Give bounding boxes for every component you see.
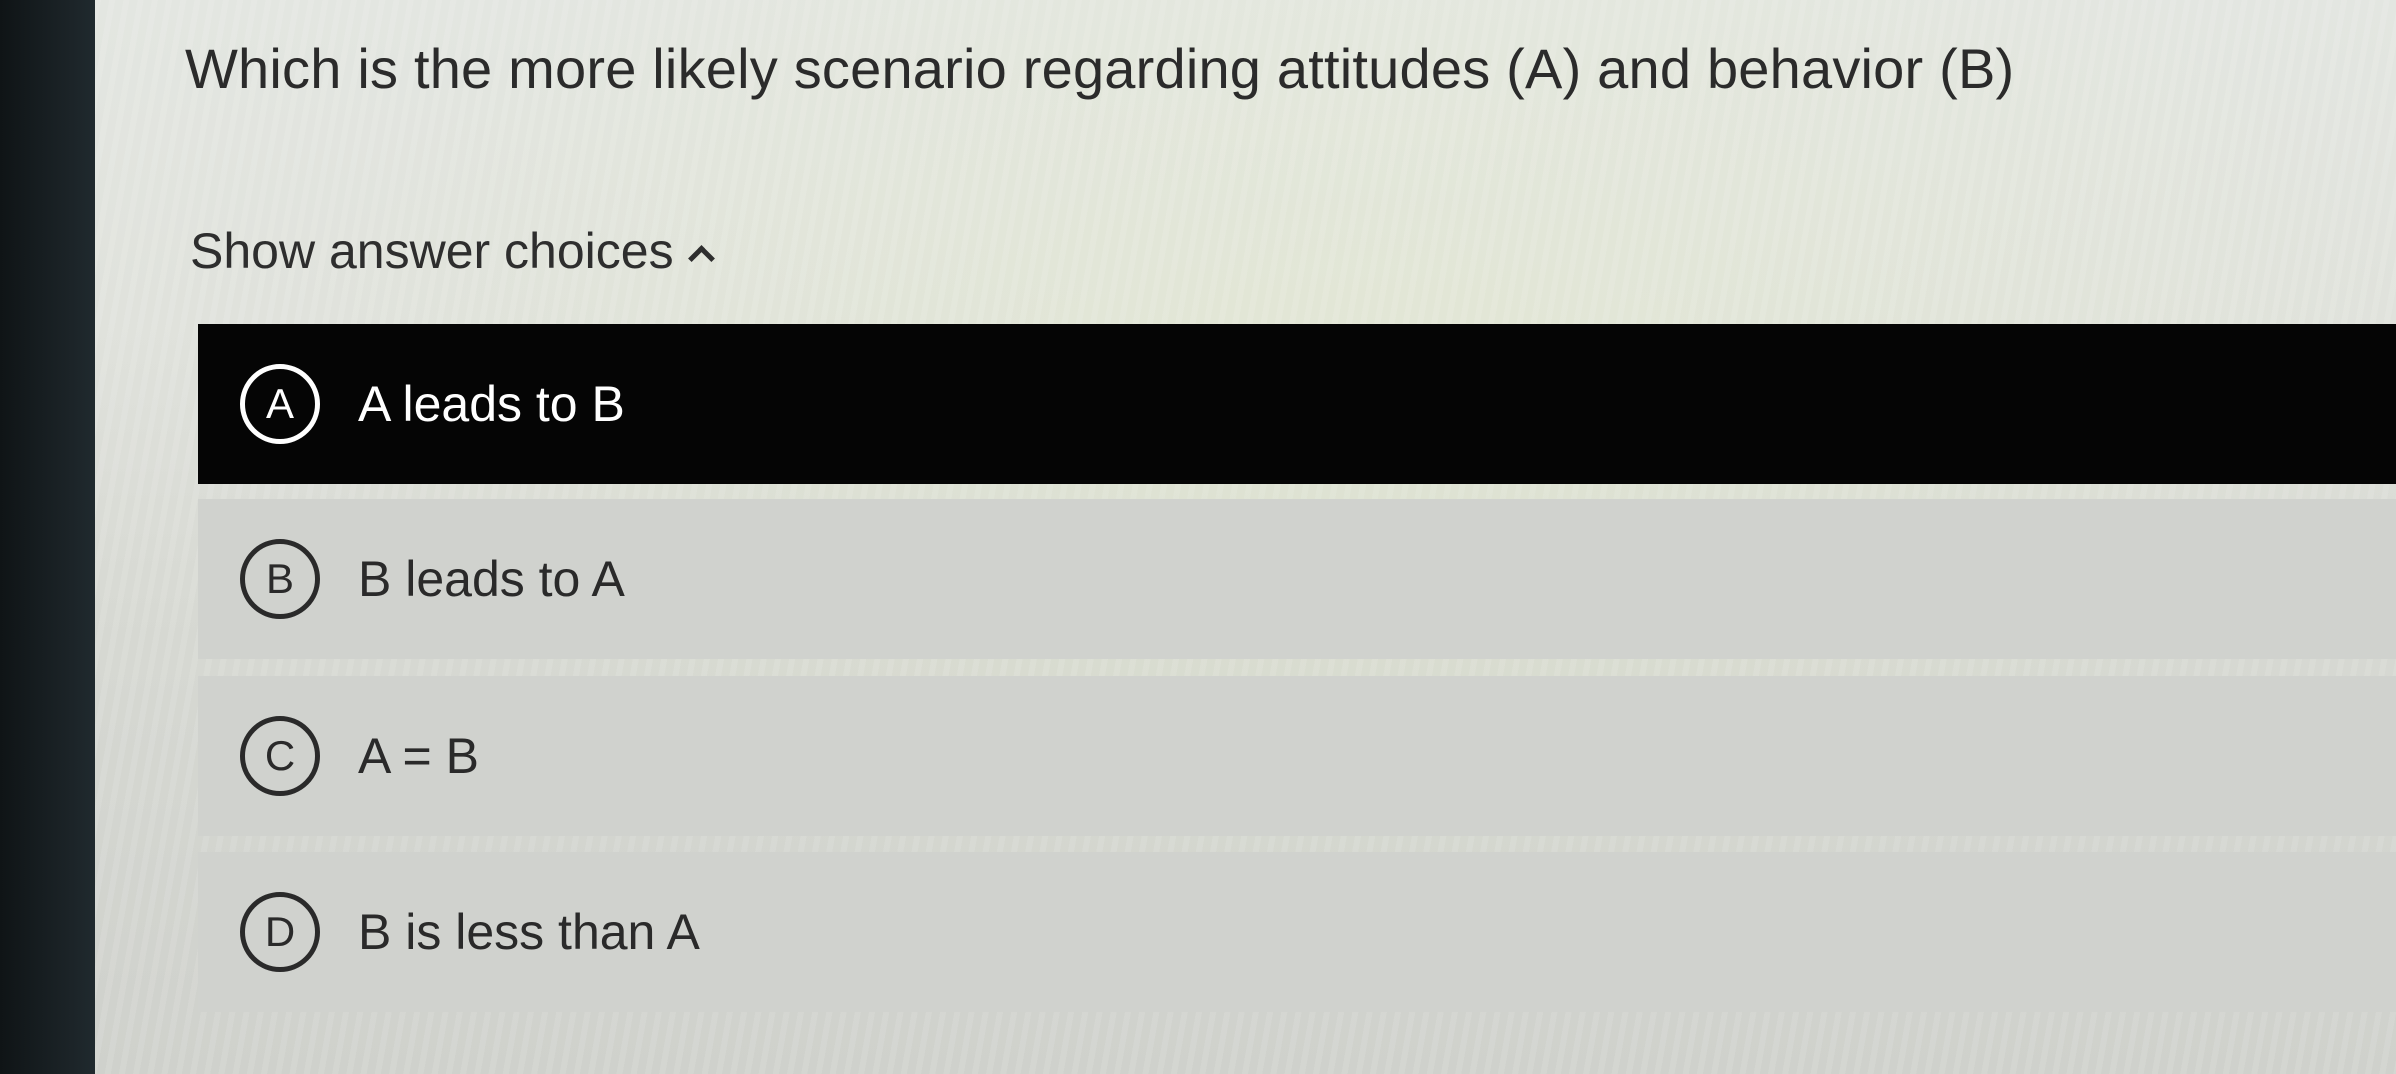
choice-b[interactable]: B B leads to A [198, 499, 2396, 659]
quiz-screen: Which is the more likely scenario regard… [95, 0, 2396, 1074]
choice-d-letter-badge: D [240, 892, 320, 972]
choice-d-label: B is less than A [358, 904, 700, 960]
choice-a[interactable]: A A leads to B [198, 324, 2396, 484]
question-text: Which is the more likely scenario regard… [185, 37, 2015, 100]
choice-b-letter-badge: B [240, 539, 320, 619]
choice-a-label: A leads to B [358, 376, 625, 432]
chevron-up-icon [687, 244, 715, 272]
choice-d[interactable]: D B is less than A [198, 852, 2396, 1012]
choice-b-label: B leads to A [358, 551, 625, 607]
choice-a-letter-badge: A [240, 364, 320, 444]
toggle-label: Show answer choices [190, 223, 674, 279]
show-answer-choices-toggle[interactable]: Show answer choices [190, 222, 715, 280]
choice-c[interactable]: C A = B [198, 676, 2396, 836]
choice-c-letter-badge: C [240, 716, 320, 796]
choice-c-label: A = B [358, 728, 479, 784]
